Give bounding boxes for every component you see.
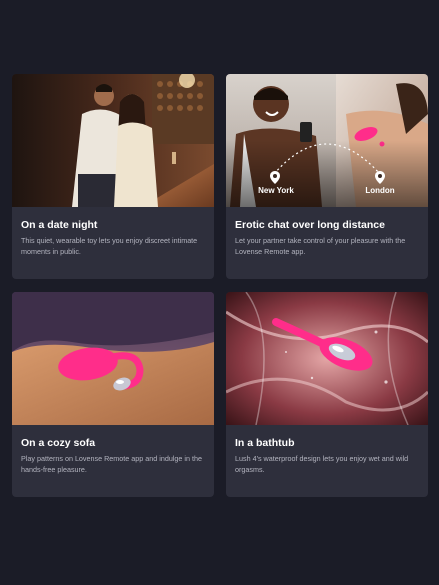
card-description: Lush 4's waterproof design lets you enjo… bbox=[235, 454, 409, 474]
long-distance-couple-photo: New York London bbox=[226, 74, 428, 207]
location-pin-icon bbox=[270, 171, 280, 184]
couple-at-bar-photo bbox=[12, 74, 214, 207]
page: On a date night This quiet, wearable toy… bbox=[0, 0, 439, 585]
location-label-london: London bbox=[365, 186, 395, 195]
location-pin-icon bbox=[375, 171, 385, 184]
card-title: In a bathtub bbox=[235, 437, 295, 449]
card-long-distance[interactable]: New York London Erotic chat over long di… bbox=[226, 74, 428, 279]
card-title: On a date night bbox=[21, 219, 98, 231]
card-description: Play patterns on Lovense Remote app and … bbox=[21, 454, 203, 474]
card-cozy-sofa[interactable]: On a cozy sofa Play patterns on Lovense … bbox=[12, 292, 214, 497]
card-description: This quiet, wearable toy lets you enjoy … bbox=[21, 236, 198, 256]
card-title: Erotic chat over long distance bbox=[235, 219, 385, 231]
card-title: On a cozy sofa bbox=[21, 437, 96, 449]
card-description: Let your partner take control of your pl… bbox=[235, 236, 406, 256]
toy-on-sofa-photo bbox=[12, 292, 214, 425]
card-date-night[interactable]: On a date night This quiet, wearable toy… bbox=[12, 74, 214, 279]
toy-in-water-photo bbox=[226, 292, 428, 425]
location-label-new-york: New York bbox=[258, 186, 294, 195]
card-bathtub[interactable]: In a bathtub Lush 4's waterproof design … bbox=[226, 292, 428, 497]
